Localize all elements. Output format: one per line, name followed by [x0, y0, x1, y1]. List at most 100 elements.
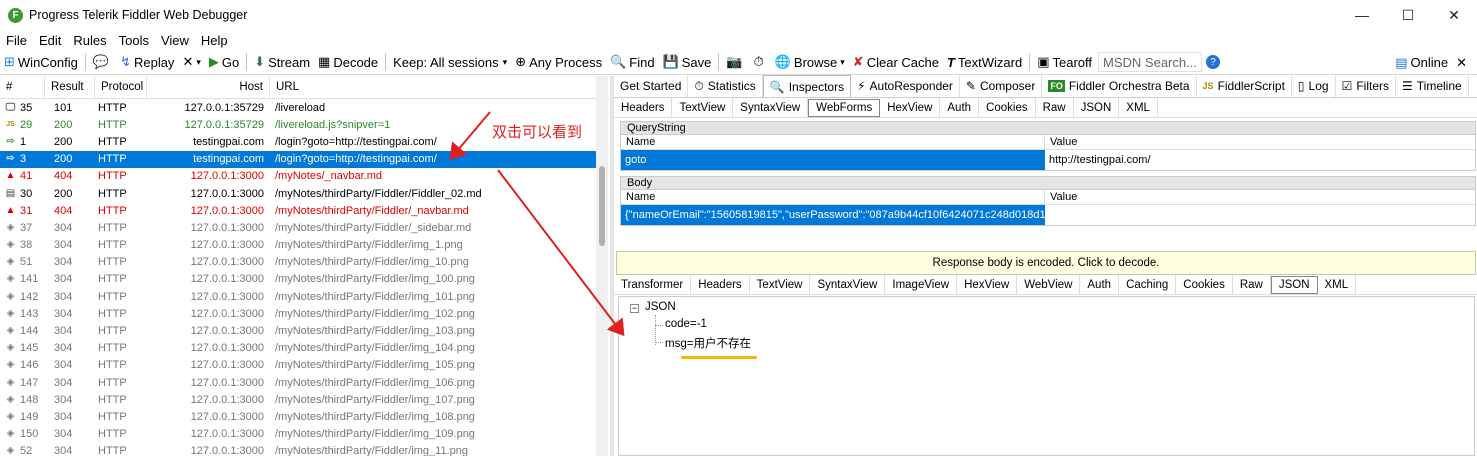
- menu-tools[interactable]: Tools: [113, 33, 155, 48]
- session-row[interactable]: ◈ 146 304 HTTP 127.0.0.1:3000/myNotes/thirdP…: [0, 357, 607, 374]
- online-indicator[interactable]: ▤ Online: [1391, 50, 1452, 75]
- help-button[interactable]: ?: [1202, 50, 1227, 75]
- session-row[interactable]: ◈ 147 304 HTTP 127.0.0.1:3000/myNotes/thirdP…: [0, 374, 607, 391]
- sessions-scrollbar[interactable]: [596, 76, 608, 456]
- keep-sessions-dropdown[interactable]: Keep: All sessions ▾: [389, 50, 511, 75]
- menu-rules[interactable]: Rules: [67, 33, 112, 48]
- collapse-icon[interactable]: −: [630, 304, 639, 313]
- browse-button[interactable]: 🌐 Browse ▾: [771, 50, 849, 75]
- session-row[interactable]: ◈ 143 304 HTTP 127.0.0.1:3000/myNotes/thirdP…: [0, 305, 607, 322]
- col-protocol[interactable]: Protocol: [95, 76, 147, 99]
- stream-button[interactable]: ⬇ Stream: [250, 50, 314, 75]
- qs-name-cell[interactable]: goto: [621, 150, 1045, 170]
- tab-autoresponder[interactable]: ⚡ AutoResponder: [851, 75, 960, 97]
- body-value-cell[interactable]: [1045, 205, 1475, 225]
- request-tab-json[interactable]: JSON: [1074, 97, 1120, 118]
- tearoff-button[interactable]: ▣ Tearoff: [1033, 50, 1096, 75]
- response-tab-imageview[interactable]: ImageView: [885, 274, 958, 295]
- response-tab-textview[interactable]: TextView: [750, 274, 811, 295]
- tab-get-started[interactable]: Get Started: [614, 75, 689, 97]
- clear-cache-button[interactable]: ✘ Clear Cache: [849, 50, 943, 75]
- tab-filters[interactable]: ☑ Filters: [1336, 75, 1396, 97]
- request-tab-xml[interactable]: XML: [1119, 97, 1158, 118]
- response-tab-syntaxview[interactable]: SyntaxView: [810, 274, 886, 295]
- session-row[interactable]: ◈ 150 304 HTTP 127.0.0.1:3000/myNotes/thirdP…: [0, 426, 607, 443]
- body-row[interactable]: {"nameOrEmail":"15605819815","userPasswo…: [621, 205, 1475, 225]
- tab-fiddlerscript[interactable]: JS FiddlerScript: [1197, 75, 1292, 97]
- tab-fiddler-orchestra-beta[interactable]: FO Fiddler Orchestra Beta: [1042, 75, 1197, 97]
- col-result[interactable]: Result: [45, 76, 95, 99]
- session-row[interactable]: ◈ 38 304 HTTP 127.0.0.1:3000/myNotes/thirdPa…: [0, 237, 607, 254]
- response-tab-xml[interactable]: XML: [1318, 274, 1357, 295]
- response-tab-hexview[interactable]: HexView: [957, 274, 1018, 295]
- timer-button[interactable]: ⏱: [750, 50, 771, 75]
- save-button[interactable]: 💾 Save: [659, 50, 716, 75]
- minimize-button[interactable]: —: [1339, 0, 1385, 30]
- session-row[interactable]: ▤ 30 200 HTTP 127.0.0.1:3000/myNotes/thirdPa…: [0, 185, 607, 202]
- tab-statistics[interactable]: ⏱ Statistics: [688, 75, 763, 97]
- msdn-search-input[interactable]: MSDN Search...: [1098, 52, 1203, 72]
- menu-help[interactable]: Help: [195, 33, 234, 48]
- tab-composer[interactable]: ✎ Composer: [960, 75, 1043, 97]
- session-row[interactable]: ◈ 141 304 HTTP 127.0.0.1:3000/myNotes/thirdP…: [0, 271, 607, 288]
- response-tab-auth[interactable]: Auth: [1080, 274, 1120, 295]
- go-button[interactable]: ▶ Go: [205, 50, 243, 75]
- request-tab-syntaxview[interactable]: SyntaxView: [733, 97, 809, 118]
- json-node-code[interactable]: code=-1: [665, 318, 707, 330]
- session-row[interactable]: ◈ 52 304 HTTP 127.0.0.1:3000/myNotes/thirdPa…: [0, 443, 607, 456]
- tab-log[interactable]: ▯ Log: [1292, 75, 1336, 97]
- menu-edit[interactable]: Edit: [33, 33, 67, 48]
- textwizard-button[interactable]: T TextWizard: [943, 50, 1026, 75]
- session-row[interactable]: ◈ 142 304 HTTP 127.0.0.1:3000/myNotes/thirdP…: [0, 288, 607, 305]
- request-tab-raw[interactable]: Raw: [1036, 97, 1074, 118]
- col-host[interactable]: Host: [147, 76, 270, 99]
- close-button[interactable]: ✕: [1431, 0, 1477, 30]
- querystring-row[interactable]: goto http://testingpai.com/: [621, 150, 1475, 170]
- response-tab-raw[interactable]: Raw: [1233, 274, 1271, 295]
- session-row[interactable]: ◈ 37 304 HTTP 127.0.0.1:3000/myNotes/thirdPa…: [0, 219, 607, 236]
- close-toolbar-button[interactable]: ✕: [1452, 50, 1471, 75]
- decode-banner[interactable]: Response body is encoded. Click to decod…: [616, 251, 1476, 275]
- response-tab-caching[interactable]: Caching: [1119, 274, 1177, 295]
- qs-value-cell[interactable]: http://testingpai.com/: [1045, 150, 1475, 170]
- session-row[interactable]: 🖵 35 101 HTTP 127.0.0.1:35729/livereload: [0, 99, 607, 116]
- tab-inspectors[interactable]: 🔍 Inspectors: [762, 75, 852, 97]
- request-tab-auth[interactable]: Auth: [940, 97, 980, 118]
- scrollbar-thumb[interactable]: [599, 166, 605, 246]
- col-number[interactable]: #: [0, 76, 45, 99]
- session-row[interactable]: ◈ 51 304 HTTP 127.0.0.1:3000/myNotes/thirdPa…: [0, 254, 607, 271]
- col-url[interactable]: URL: [270, 76, 600, 99]
- json-node-msg[interactable]: msg=用户不存在: [665, 335, 751, 351]
- session-row[interactable]: ◈ 149 304 HTTP 127.0.0.1:3000/myNotes/thirdP…: [0, 408, 607, 425]
- any-process-button[interactable]: ⊕ Any Process: [511, 50, 606, 75]
- request-tab-headers[interactable]: Headers: [614, 97, 673, 118]
- request-tab-textview[interactable]: TextView: [672, 97, 734, 118]
- request-tab-hexview[interactable]: HexView: [880, 97, 941, 118]
- maximize-button[interactable]: ☐: [1385, 0, 1431, 30]
- menu-view[interactable]: View: [155, 33, 195, 48]
- screenshot-button[interactable]: 📷: [722, 50, 749, 75]
- response-tab-headers[interactable]: Headers: [691, 274, 750, 295]
- response-tab-json[interactable]: JSON: [1270, 275, 1318, 294]
- session-row[interactable]: ◈ 144 304 HTTP 127.0.0.1:3000/myNotes/thirdP…: [0, 322, 607, 339]
- session-row[interactable]: ▲ 31 404 HTTP 127.0.0.1:3000/myNotes/thirdPa…: [0, 202, 607, 219]
- replay-button[interactable]: ↯ Replay: [116, 50, 178, 75]
- json-root-node[interactable]: JSON: [645, 301, 676, 313]
- session-row[interactable]: ⇨ 3 200 HTTP testingpai.com/login?goto=http:…: [0, 150, 607, 168]
- session-row[interactable]: ◈ 145 304 HTTP 127.0.0.1:3000/myNotes/thirdP…: [0, 340, 607, 357]
- decode-button[interactable]: ▦ Decode: [314, 50, 382, 75]
- winconfig-button[interactable]: ⊞ WinConfig: [0, 50, 82, 75]
- tab-timeline[interactable]: ☰ Timeline: [1396, 75, 1469, 97]
- response-tab-transformer[interactable]: Transformer: [614, 274, 692, 295]
- response-tab-webview[interactable]: WebView: [1017, 274, 1081, 295]
- session-row[interactable]: ◈ 148 304 HTTP 127.0.0.1:3000/myNotes/thirdP…: [0, 391, 607, 408]
- request-tab-cookies[interactable]: Cookies: [979, 97, 1036, 118]
- remove-button[interactable]: ✕ ▾: [178, 50, 204, 75]
- menu-file[interactable]: File: [0, 33, 33, 48]
- find-button[interactable]: 🔍 Find: [606, 50, 658, 75]
- comment-button[interactable]: 💬: [89, 50, 116, 75]
- request-tab-webforms[interactable]: WebForms: [808, 98, 881, 117]
- session-row[interactable]: ▲ 41 404 HTTP 127.0.0.1:3000/myNotes/_navbar…: [0, 168, 607, 185]
- response-tab-cookies[interactable]: Cookies: [1176, 274, 1233, 295]
- body-name-cell[interactable]: {"nameOrEmail":"15605819815","userPasswo…: [621, 205, 1045, 225]
